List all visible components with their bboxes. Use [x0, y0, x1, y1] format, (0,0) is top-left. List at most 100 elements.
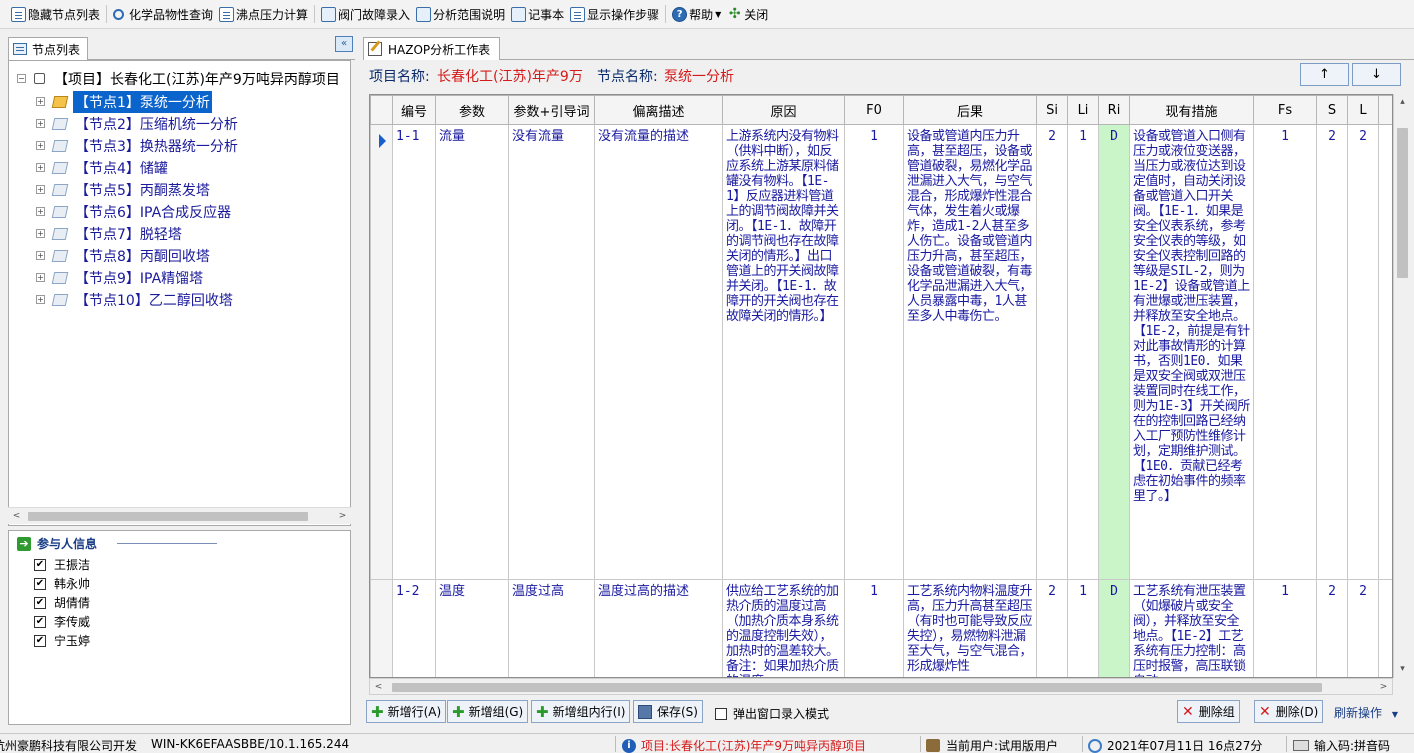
collapse-icon[interactable]: − — [17, 74, 26, 83]
checkbox-checked-icon[interactable]: ✔ — [34, 634, 46, 647]
cell-f0[interactable]: 1 — [844, 124, 904, 580]
column-header[interactable]: 参数+引导词 — [508, 95, 595, 125]
column-header[interactable]: 现有措施 — [1129, 95, 1254, 125]
cell-param[interactable]: 温度 — [435, 579, 509, 677]
column-header[interactable]: Li — [1067, 95, 1099, 125]
scrollbar-thumb[interactable] — [392, 683, 1322, 692]
cell-deviation[interactable]: 温度过高的描述 — [594, 579, 723, 677]
checkbox-checked-icon[interactable]: ✔ — [34, 577, 46, 590]
tree-horizontal-scrollbar[interactable]: < > — [8, 507, 351, 524]
tree-node-row[interactable]: + 【节点8】丙酮回收塔 — [36, 245, 212, 266]
participant-item[interactable]: ✔ 王振洁 — [34, 556, 90, 573]
participant-item[interactable]: ✔ 宁玉婷 — [34, 632, 90, 649]
scroll-left-icon[interactable]: < — [8, 508, 25, 525]
checkbox-icon[interactable] — [715, 707, 727, 720]
scroll-left-icon[interactable]: < — [370, 679, 387, 696]
table-vertical-scrollbar[interactable]: ▴ ▾ — [1393, 94, 1410, 678]
scroll-right-icon[interactable]: > — [1375, 679, 1392, 696]
cell-cause[interactable]: 上游系统内没有物料（供料中断），如反应系统上游某原料储罐没有物料。【1E-1】反… — [722, 124, 845, 580]
expand-icon[interactable]: + — [36, 207, 45, 216]
participant-item[interactable]: ✔ 胡倩倩 — [34, 594, 90, 611]
column-header[interactable]: 编号 — [392, 95, 436, 125]
add-group-row-button[interactable]: ✚ 新增组内行(I) — [531, 700, 631, 723]
expand-icon[interactable]: + — [36, 229, 45, 238]
tree-node-row[interactable]: + 【节点4】储罐 — [36, 157, 170, 178]
table-horizontal-scrollbar[interactable]: < > — [369, 678, 1393, 695]
cell-consequence[interactable]: 设备或管道内压力升高，甚至超压，设备或管道破裂，易燃化学品泄漏进入大气，与空气混… — [903, 124, 1037, 580]
hide-node-list-button[interactable]: 隐藏节点列表 — [8, 3, 103, 25]
column-header[interactable]: 参数 — [435, 95, 509, 125]
expand-icon[interactable]: + — [36, 273, 45, 282]
column-header[interactable]: L — [1347, 95, 1379, 125]
tab-hazop-worksheet[interactable]: HAZOP分析工作表 — [363, 37, 500, 60]
column-header[interactable]: Ri — [1098, 95, 1130, 125]
cell-param[interactable]: 流量 — [435, 124, 509, 580]
checkbox-checked-icon[interactable]: ✔ — [34, 615, 46, 628]
cell-measures[interactable]: 工艺系统有泄压装置（如爆破片或安全阀），并释放至安全地点。【1E-2】工艺系统有… — [1129, 579, 1254, 677]
cell-ri[interactable]: D — [1098, 124, 1130, 580]
column-header[interactable]: Fs — [1253, 95, 1317, 125]
move-down-button[interactable]: ↓ — [1352, 63, 1401, 86]
tree-node-row[interactable]: + 【节点1】泵统一分析 — [36, 90, 212, 113]
add-row-button[interactable]: ✚ 新增行(A) — [366, 700, 447, 723]
show-steps-button[interactable]: 显示操作步骤 — [567, 3, 662, 25]
expand-icon[interactable]: + — [36, 141, 45, 150]
cell-li[interactable]: 1 — [1067, 124, 1099, 580]
column-header[interactable]: S — [1316, 95, 1348, 125]
cell-f0[interactable]: 1 — [844, 579, 904, 677]
scroll-right-icon[interactable]: > — [334, 508, 351, 525]
expand-icon[interactable]: + — [36, 163, 45, 172]
cell-id[interactable]: 1-1 — [392, 124, 436, 580]
cell-guide[interactable]: 没有流量 — [508, 124, 595, 580]
analysis-scope-button[interactable]: 分析范围说明 — [413, 3, 508, 25]
cell-ri[interactable]: D — [1098, 579, 1130, 677]
cell-id[interactable]: 1-2 — [392, 579, 436, 677]
table-row[interactable]: 1-2 温度 温度过高 温度过高的描述 供应给工艺系统的加热介质的温度过高（加热… — [370, 579, 1392, 677]
boiling-point-pressure-button[interactable]: 沸点压力计算 — [216, 3, 311, 25]
participant-item[interactable]: ✔ 李传威 — [34, 613, 90, 630]
cell-s[interactable]: 2 — [1316, 579, 1348, 677]
expand-icon[interactable]: + — [36, 97, 45, 106]
help-button[interactable]: ? 帮助 ▼ — [669, 3, 724, 25]
tree-node-row[interactable]: + 【节点2】压缩机统一分析 — [36, 113, 240, 134]
close-button[interactable]: ✣ 关闭 — [724, 3, 771, 25]
expand-icon[interactable]: + — [36, 295, 45, 304]
row-indicator[interactable] — [370, 124, 393, 580]
tree-node-row[interactable]: + 【节点6】IPA合成反应器 — [36, 201, 233, 222]
add-group-button[interactable]: ✚ 新增组(G) — [447, 700, 529, 723]
cell-l[interactable]: 2 — [1347, 579, 1379, 677]
tree-node-row[interactable]: + 【节点9】IPA精馏塔 — [36, 267, 205, 288]
valve-fault-entry-button[interactable]: 阀门故障录入 — [318, 3, 413, 25]
table-row[interactable]: 1-1 流量 没有流量 没有流量的描述 上游系统内没有物料（供料中断），如反应系… — [370, 124, 1392, 580]
cell-l[interactable]: 2 — [1347, 124, 1379, 580]
notepad-button[interactable]: 记事本 — [508, 3, 567, 25]
row-indicator[interactable] — [370, 579, 393, 677]
tab-node-list[interactable]: 节点列表 — [8, 37, 88, 60]
scrollbar-thumb[interactable] — [1397, 128, 1408, 278]
column-header[interactable]: 偏离描述 — [594, 95, 723, 125]
tree-node-row[interactable]: + 【节点5】丙酮蒸发塔 — [36, 179, 212, 200]
column-header[interactable]: F0 — [844, 95, 904, 125]
checkbox-checked-icon[interactable]: ✔ — [34, 596, 46, 609]
delete-group-button[interactable]: ✕ 删除组 — [1177, 700, 1240, 723]
cell-si[interactable]: 2 — [1036, 579, 1068, 677]
checkbox-checked-icon[interactable]: ✔ — [34, 558, 46, 571]
cell-cause[interactable]: 供应给工艺系统的加热介质的温度过高（加热介质本身系统的温度控制失效），加热时的温… — [722, 579, 845, 677]
column-header[interactable]: 原因 — [722, 95, 845, 125]
cell-s[interactable]: 2 — [1316, 124, 1348, 580]
cell-si[interactable]: 2 — [1036, 124, 1068, 580]
popup-mode-checkbox[interactable]: 弹出窗口录入模式 — [715, 705, 829, 722]
scrollbar-thumb[interactable] — [28, 512, 308, 521]
tree-node-row[interactable]: + 【节点10】乙二醇回收塔 — [36, 289, 235, 310]
refresh-menu[interactable]: 刷新操作 ▼ — [1334, 704, 1398, 721]
cell-deviation[interactable]: 没有流量的描述 — [594, 124, 723, 580]
expand-icon[interactable]: + — [36, 251, 45, 260]
column-header[interactable]: 后果 — [903, 95, 1037, 125]
cell-guide[interactable]: 温度过高 — [508, 579, 595, 677]
tree-project-row[interactable]: − 【项目】长春化工(江苏)年产9万吨异丙醇项目 — [17, 68, 342, 89]
cell-li[interactable]: 1 — [1067, 579, 1099, 677]
tree-node-row[interactable]: + 【节点3】换热器统一分析 — [36, 135, 240, 156]
tree-node-row[interactable]: + 【节点7】脱轻塔 — [36, 223, 184, 244]
save-button[interactable]: 保存(S) — [633, 700, 703, 723]
row-selector-header[interactable] — [370, 95, 393, 125]
